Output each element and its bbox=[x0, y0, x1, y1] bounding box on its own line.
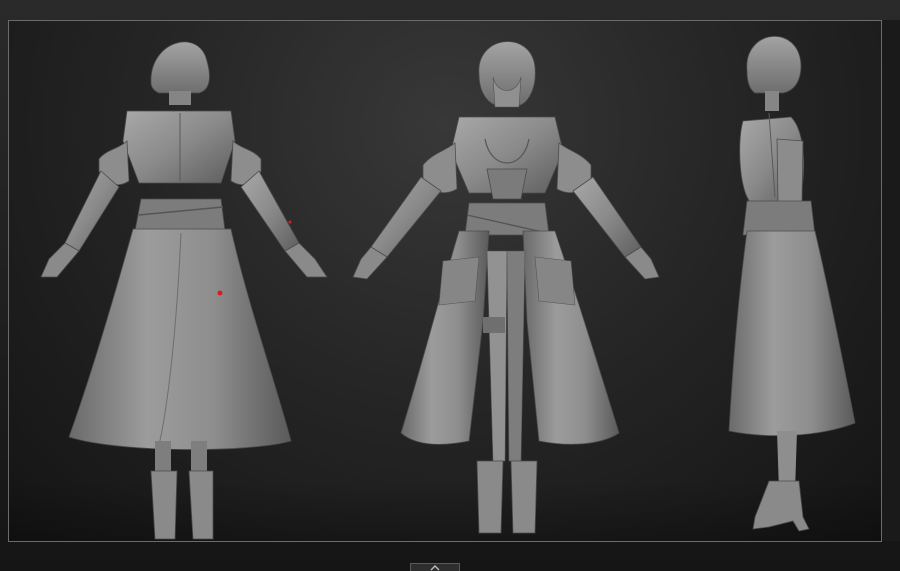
model-side-view[interactable] bbox=[728, 36, 856, 532]
sculpt-app-window bbox=[0, 0, 900, 571]
model-front-view[interactable] bbox=[352, 41, 660, 534]
viewport-scene bbox=[40, 36, 856, 540]
model-back-view[interactable] bbox=[40, 41, 328, 540]
bottom-shelf-toggle[interactable] bbox=[410, 563, 460, 571]
mask-marker bbox=[217, 290, 223, 296]
chevron-up-icon bbox=[430, 565, 440, 571]
right-gutter bbox=[881, 20, 900, 541]
3d-viewport[interactable] bbox=[8, 20, 882, 542]
